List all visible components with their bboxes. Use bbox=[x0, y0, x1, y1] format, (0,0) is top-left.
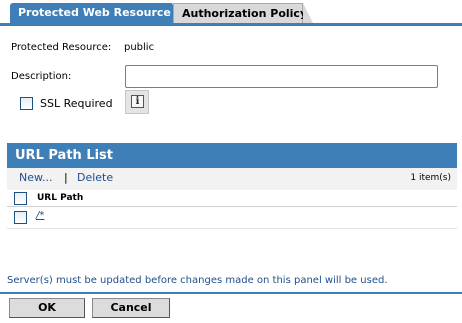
info-icon: i bbox=[131, 95, 144, 108]
select-all-checkbox[interactable] bbox=[14, 192, 27, 205]
info-button[interactable]: i bbox=[125, 90, 149, 114]
tab-authorization-policy[interactable]: Authorization Policy bbox=[173, 3, 313, 23]
tab-protected-web-resource[interactable]: Protected Web Resource bbox=[10, 3, 182, 23]
delete-link[interactable]: Delete bbox=[77, 171, 113, 184]
url-path-list-header: URL Path List bbox=[7, 143, 457, 168]
url-path-list-toolbar: New... | Delete 1 item(s) bbox=[7, 168, 457, 190]
table-row: /* bbox=[7, 207, 457, 229]
description-label: Description: bbox=[11, 71, 72, 82]
url-path-link[interactable]: /* bbox=[36, 210, 44, 221]
protected-resource-value: public bbox=[124, 42, 155, 53]
url-path-column-label: URL Path bbox=[37, 193, 84, 203]
url-path-list-title: URL Path List bbox=[15, 148, 114, 163]
url-path-column-header: URL Path bbox=[7, 190, 457, 207]
cancel-button[interactable]: Cancel bbox=[92, 298, 170, 318]
ok-button[interactable]: OK bbox=[9, 298, 85, 318]
status-message: Server(s) must be updated before changes… bbox=[7, 275, 388, 286]
protected-resource-label: Protected Resource: bbox=[11, 42, 112, 53]
tab-underline bbox=[0, 23, 462, 26]
row-checkbox[interactable] bbox=[14, 211, 27, 224]
ssl-required-checkbox[interactable] bbox=[20, 97, 33, 110]
description-input[interactable] bbox=[125, 65, 438, 88]
tab-bar: Protected Web Resource Authorization Pol… bbox=[0, 0, 462, 26]
new-link[interactable]: New... bbox=[19, 171, 52, 184]
toolbar-separator: | bbox=[64, 171, 68, 184]
item-count: 1 item(s) bbox=[410, 173, 451, 183]
ssl-required-label: SSL Required bbox=[40, 97, 113, 110]
footer-divider bbox=[0, 292, 462, 294]
